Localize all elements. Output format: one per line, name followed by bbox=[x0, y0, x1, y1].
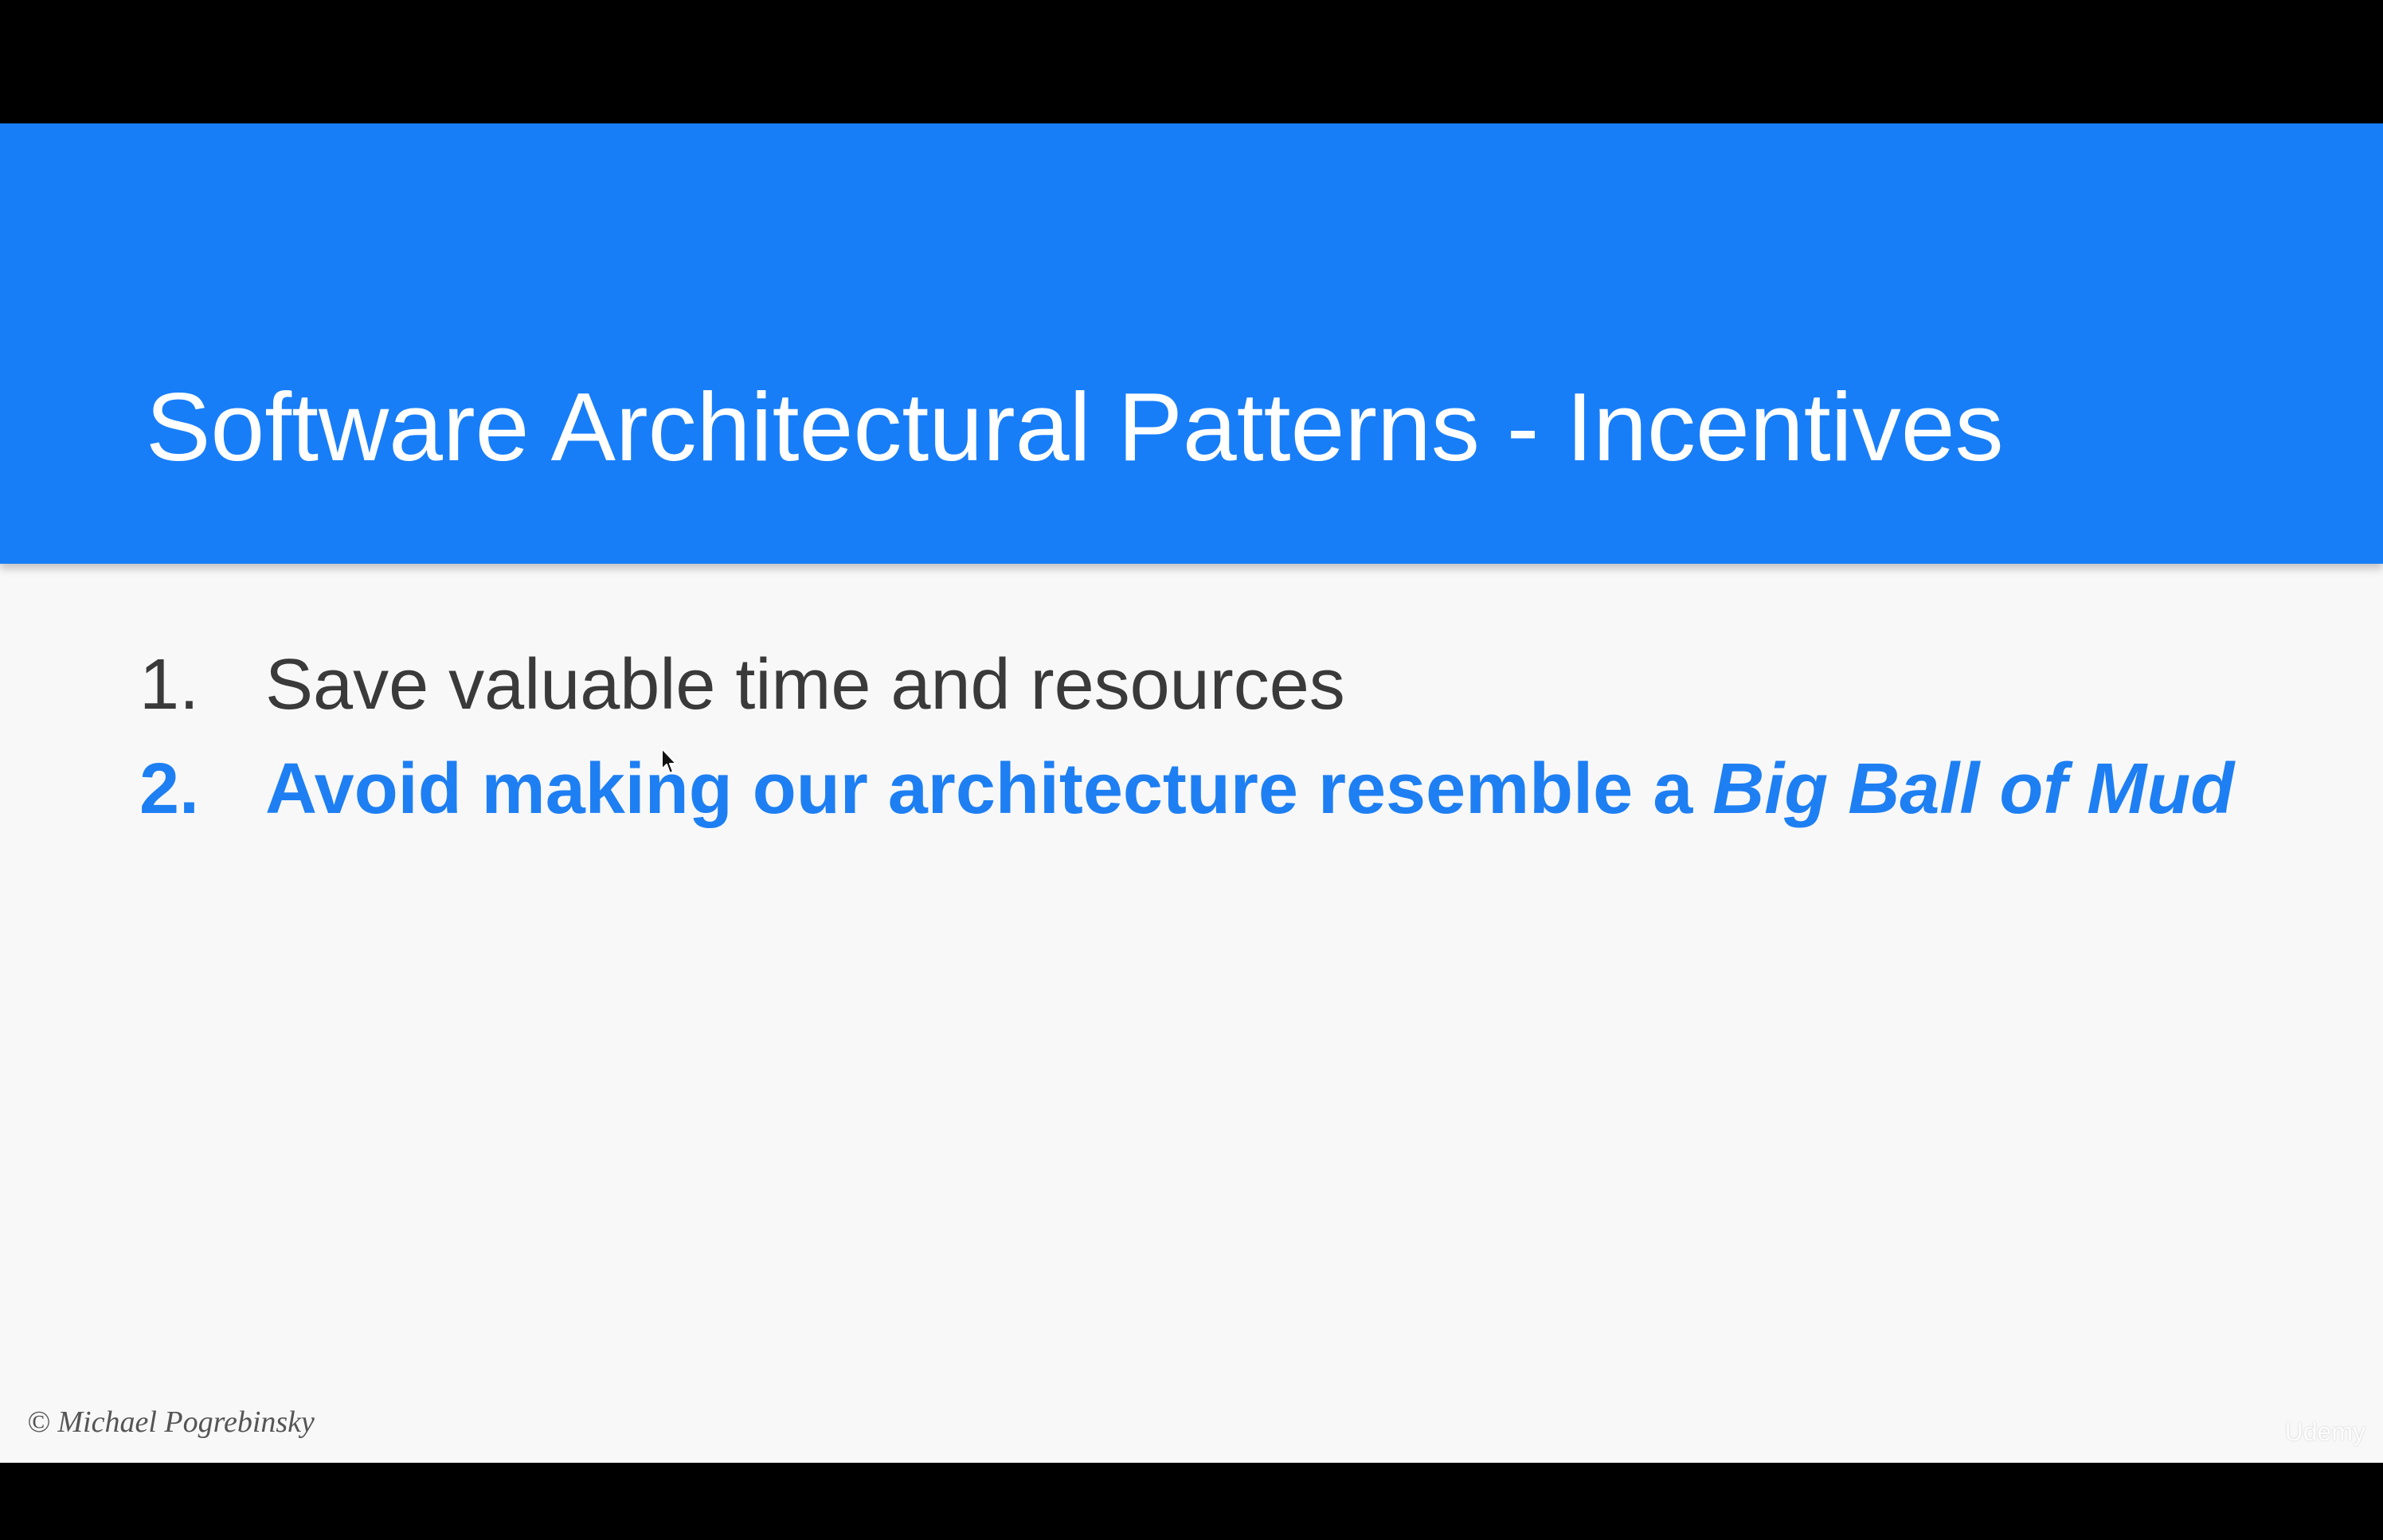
list-item-emphasis: Big Ball of Mud bbox=[1712, 749, 2235, 829]
slide-title: Software Architectural Patterns - Incent… bbox=[146, 373, 2004, 481]
list-item-highlighted: 2. Avoid making our architecture resembl… bbox=[139, 753, 2234, 825]
copyright-text: © Michael Pogrebinsky bbox=[27, 1405, 315, 1439]
udemy-watermark: Udemy bbox=[2284, 1417, 2365, 1446]
list-item-text: Avoid making our architecture resemble a… bbox=[265, 749, 2235, 829]
list-item-text: Save valuable time and resources bbox=[265, 645, 1345, 725]
mouse-cursor-icon bbox=[661, 748, 677, 774]
list-item: 1. Save valuable time and resources bbox=[139, 649, 2234, 721]
list-item-number: 1. bbox=[139, 645, 200, 725]
bullet-list: 1. Save valuable time and resources 2. A… bbox=[139, 649, 2234, 825]
video-frame: Software Architectural Patterns - Incent… bbox=[0, 0, 2383, 1540]
list-item-number: 2. bbox=[139, 749, 200, 829]
slide: Software Architectural Patterns - Incent… bbox=[0, 123, 2383, 1463]
slide-header: Software Architectural Patterns - Incent… bbox=[0, 123, 2383, 564]
